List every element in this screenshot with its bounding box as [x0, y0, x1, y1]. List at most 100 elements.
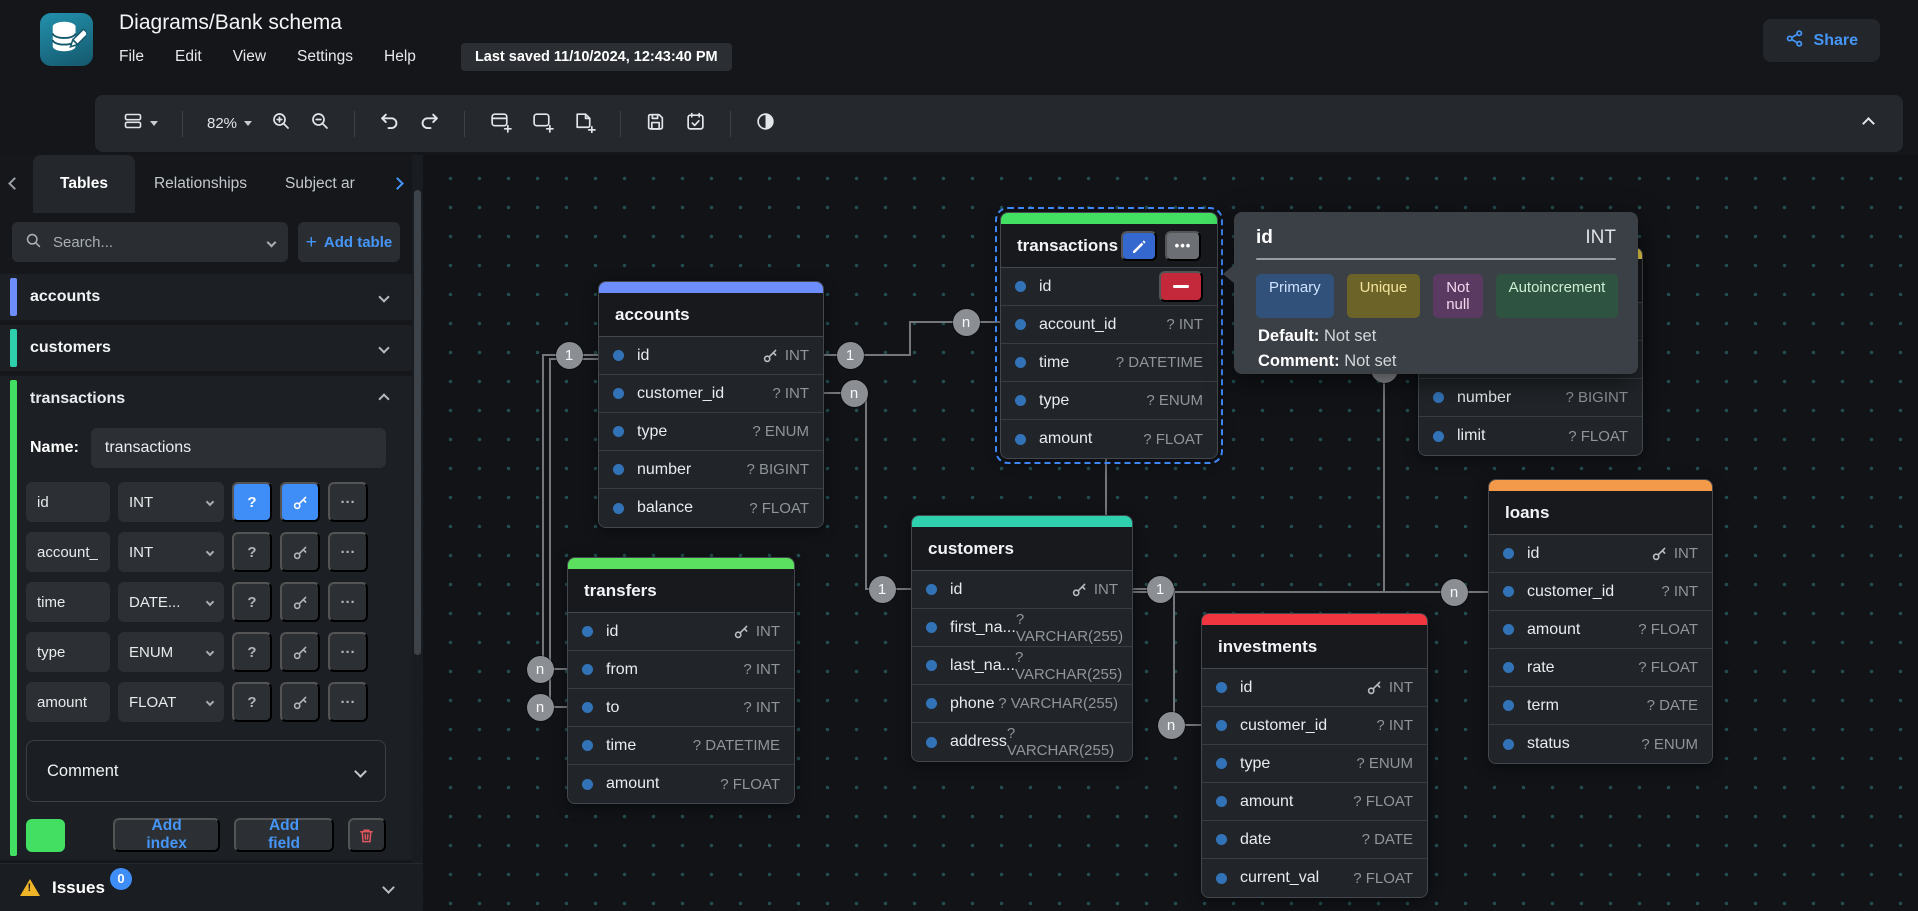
field-name-input[interactable]: account_ — [26, 532, 110, 572]
primary-key-toggle[interactable] — [280, 482, 320, 522]
table-field-row[interactable]: address? VARCHAR(255) — [912, 723, 1132, 761]
add-index-button[interactable]: Add index — [113, 818, 220, 852]
table-field-row[interactable]: first_na...? VARCHAR(255) — [912, 609, 1132, 647]
field-more-button[interactable]: ··· — [328, 532, 368, 572]
add-table-button[interactable]: + Add table — [298, 222, 400, 262]
field-more-button[interactable]: ··· — [328, 632, 368, 672]
table-field-row[interactable]: account_id? INT — [1001, 306, 1217, 344]
table-field-row[interactable]: idINT — [568, 613, 794, 651]
zoom-out-button[interactable] — [304, 106, 336, 141]
primary-key-toggle[interactable] — [280, 682, 320, 722]
field-more-button[interactable]: ··· — [328, 682, 368, 722]
app-logo[interactable] — [40, 13, 93, 66]
table-header[interactable]: loans — [1489, 491, 1712, 535]
table-color-swatch[interactable] — [26, 819, 65, 852]
menu-settings[interactable]: Settings — [297, 48, 353, 66]
table-header[interactable]: transactions••• — [1001, 224, 1217, 268]
table-field-row[interactable]: time? DATETIME — [568, 727, 794, 765]
remove-field-button[interactable] — [1159, 271, 1203, 302]
table-field-row[interactable]: limit? FLOAT — [1419, 417, 1642, 455]
table-header[interactable]: accounts — [599, 293, 823, 337]
diagram-canvas[interactable]: accountsidINTcustomer_id? INTtype? ENUMn… — [423, 155, 1918, 911]
field-name-input[interactable]: time — [26, 582, 110, 622]
table-field-row[interactable]: status? ENUM — [1489, 725, 1712, 763]
nullable-toggle[interactable]: ? — [232, 682, 272, 722]
table-field-row[interactable]: idINT — [1202, 669, 1427, 707]
add-field-button[interactable]: Add field — [234, 818, 333, 852]
edit-table-button[interactable] — [1121, 231, 1157, 261]
sidebar-table-item-transactions[interactable]: transactions — [0, 376, 412, 422]
field-name-input[interactable]: amount — [26, 682, 110, 722]
canvas-table-transfers[interactable]: transfersidINTfrom? INTto? INTtime? DATE… — [567, 557, 795, 804]
table-field-row[interactable]: customer_id? INT — [1489, 573, 1712, 611]
table-name-input[interactable] — [91, 428, 386, 468]
table-field-row[interactable]: amount? FLOAT — [1489, 611, 1712, 649]
tabs-scroll-right[interactable] — [393, 175, 402, 193]
canvas-table-customers[interactable]: customersidINTfirst_na...? VARCHAR(255)l… — [911, 515, 1133, 762]
comment-collapsible[interactable]: Comment — [26, 740, 386, 802]
menu-view[interactable]: View — [233, 48, 266, 66]
table-field-row[interactable]: type? ENUM — [599, 413, 823, 451]
add-note-button[interactable] — [567, 105, 602, 143]
table-field-row[interactable]: amount? FLOAT — [1202, 783, 1427, 821]
table-field-row[interactable]: to? INT — [568, 689, 794, 727]
table-field-row[interactable]: phone? VARCHAR(255) — [912, 685, 1132, 723]
sidebar-scrollbar[interactable] — [412, 155, 423, 911]
sidebar-table-item-customers[interactable]: customers — [0, 325, 412, 371]
tab-subject-areas[interactable]: Subject ar — [266, 155, 374, 213]
table-field-row[interactable]: customer_id? INT — [599, 375, 823, 413]
field-name-input[interactable]: id — [26, 482, 110, 522]
field-type-select[interactable]: DATE... — [118, 582, 224, 622]
add-table-tool-button[interactable] — [483, 105, 518, 143]
table-field-row[interactable]: current_val? FLOAT — [1202, 859, 1427, 897]
tabs-scroll-left[interactable] — [10, 175, 19, 193]
field-more-button[interactable]: ··· — [328, 482, 368, 522]
field-type-select[interactable]: INT — [118, 482, 224, 522]
view-mode-button[interactable] — [117, 106, 164, 141]
table-field-row[interactable]: type? ENUM — [1001, 382, 1217, 420]
field-type-select[interactable]: INT — [118, 532, 224, 572]
table-field-row[interactable]: idINT — [599, 337, 823, 375]
tab-relationships[interactable]: Relationships — [135, 155, 266, 213]
table-header[interactable]: transfers — [568, 569, 794, 613]
theme-toggle-button[interactable] — [749, 106, 782, 142]
field-type-select[interactable]: ENUM — [118, 632, 224, 672]
save-button[interactable] — [639, 106, 672, 142]
primary-key-toggle[interactable] — [280, 632, 320, 672]
nullable-toggle[interactable]: ? — [232, 632, 272, 672]
table-field-row[interactable]: idINT — [1489, 535, 1712, 573]
table-field-row[interactable]: amount? FLOAT — [568, 765, 794, 803]
tab-tables[interactable]: Tables — [33, 155, 135, 213]
nullable-toggle[interactable]: ? — [232, 582, 272, 622]
canvas-table-investments[interactable]: investmentsidINTcustomer_id? INTtype? EN… — [1201, 613, 1428, 898]
table-field-row[interactable]: rate? FLOAT — [1489, 649, 1712, 687]
canvas-table-accounts[interactable]: accountsidINTcustomer_id? INTtype? ENUMn… — [598, 281, 824, 528]
table-field-row[interactable]: time? DATETIME — [1001, 344, 1217, 382]
field-more-button[interactable]: ··· — [328, 582, 368, 622]
field-name-input[interactable]: type — [26, 632, 110, 672]
table-field-row[interactable]: id — [1001, 268, 1217, 306]
table-field-row[interactable]: number? BIGINT — [599, 451, 823, 489]
redo-button[interactable] — [413, 106, 446, 142]
search-input[interactable]: Search... — [12, 222, 288, 262]
table-field-row[interactable]: date? DATE — [1202, 821, 1427, 859]
primary-key-toggle[interactable] — [280, 532, 320, 572]
table-field-row[interactable]: term? DATE — [1489, 687, 1712, 725]
zoom-level-select[interactable]: 82% — [201, 110, 258, 137]
canvas-table-loans[interactable]: loansidINTcustomer_id? INTamount? FLOATr… — [1488, 479, 1713, 764]
table-more-button[interactable]: ••• — [1165, 231, 1201, 261]
table-field-row[interactable]: amount? FLOAT — [1001, 420, 1217, 458]
field-type-select[interactable]: FLOAT — [118, 682, 224, 722]
table-header[interactable]: customers — [912, 527, 1132, 571]
menu-help[interactable]: Help — [384, 48, 416, 66]
todo-button[interactable] — [679, 106, 712, 142]
delete-table-button[interactable] — [348, 818, 386, 852]
primary-key-toggle[interactable] — [280, 582, 320, 622]
canvas-table-transactions[interactable]: transactions•••idaccount_id? INTtime? DA… — [1000, 212, 1218, 459]
table-field-row[interactable]: balance? FLOAT — [599, 489, 823, 527]
table-field-row[interactable]: last_na...? VARCHAR(255) — [912, 647, 1132, 685]
menu-file[interactable]: File — [119, 48, 144, 66]
issues-bar[interactable]: Issues 0 — [0, 863, 423, 911]
zoom-in-button[interactable] — [265, 106, 297, 141]
table-field-row[interactable]: number? BIGINT — [1419, 379, 1642, 417]
